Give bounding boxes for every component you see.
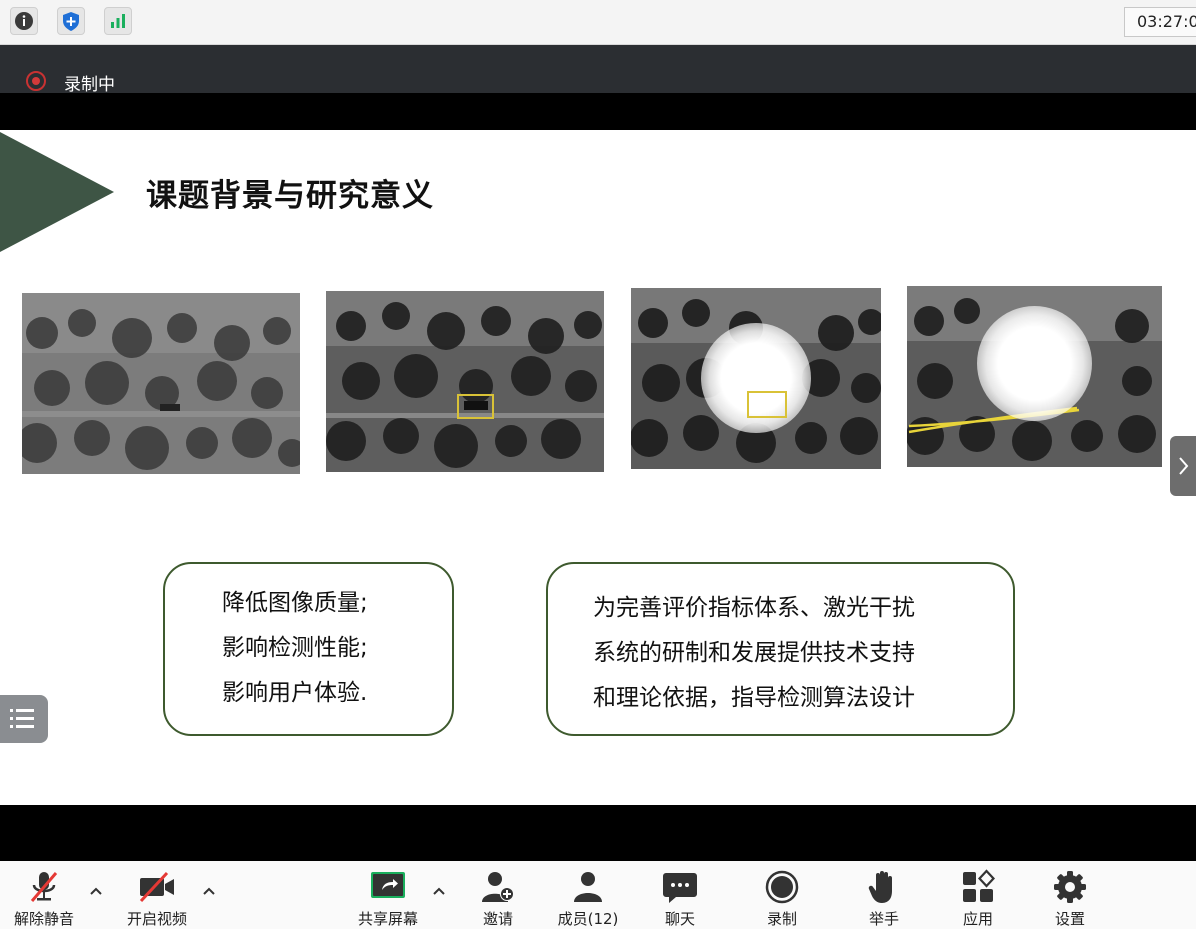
- slide: 课题背景与研究意义 降低图像质量; 影响检测性能; 影响用户体验. 为完善评价指…: [0, 130, 1196, 805]
- share-options-caret[interactable]: [429, 881, 449, 901]
- record-button[interactable]: 录制: [750, 861, 814, 929]
- infrared-image-original: [22, 293, 300, 474]
- impact-line: 影响检测性能;: [222, 635, 368, 661]
- settings-label: 设置: [1054, 910, 1085, 928]
- infrared-image-target-boxed: [326, 291, 604, 472]
- chat-bubble-icon: [663, 873, 697, 903]
- invite-label: 邀请: [482, 910, 513, 928]
- infrared-image-laser-saturated: [907, 286, 1162, 467]
- chat-label: 聊天: [664, 910, 695, 928]
- start-video-label: 开启视频: [126, 910, 187, 928]
- apps-grid-icon: [963, 869, 996, 902]
- gear-icon: [1054, 871, 1086, 903]
- meeting-toolbar: 解除静音 开启视频 共享屏幕 邀请 成员(12) 聊天 录制 举手 应用 设置: [0, 861, 1196, 929]
- floating-menu-button[interactable]: [0, 695, 48, 743]
- chat-button[interactable]: 聊天: [648, 861, 712, 929]
- shared-screen: 课题背景与研究意义 降低图像质量; 影响检测性能; 影响用户体验. 为完善评价指…: [0, 93, 1196, 861]
- raise-hand-button[interactable]: 举手: [852, 861, 916, 929]
- significance-line: 为完善评价指标体系、激光干扰: [593, 595, 915, 621]
- significance-line: 和理论依据，指导检测算法设计: [593, 685, 915, 711]
- significance-line: 系统的研制和发展提供技术支持: [593, 640, 915, 666]
- start-video-button[interactable]: 开启视频: [118, 861, 196, 929]
- unmute-button[interactable]: 解除静音: [5, 861, 83, 929]
- chevron-right-icon: [1179, 457, 1189, 475]
- chevron-up-icon: [90, 887, 102, 895]
- microphone-muted-icon: [30, 872, 58, 902]
- significance-card: 为完善评价指标体系、激光干扰 系统的研制和发展提供技术支持 和理论依据，指导检测…: [546, 562, 1015, 736]
- chevron-up-icon: [433, 887, 445, 895]
- record-label: 录制: [766, 910, 797, 928]
- target-bounding-box: [457, 394, 494, 419]
- laser-saturation-spot: [977, 306, 1092, 421]
- impact-line: 降低图像质量;: [222, 590, 368, 616]
- invite-button[interactable]: 邀请: [466, 861, 530, 929]
- record-icon: [765, 870, 799, 904]
- members-icon: [574, 872, 602, 902]
- video-camera-off-icon: [139, 871, 174, 903]
- top-bar: 03:27:0: [0, 0, 1196, 45]
- share-screen-icon: [371, 872, 405, 898]
- infrared-image-laser-glare: [631, 288, 881, 469]
- next-page-button[interactable]: [1170, 436, 1196, 496]
- apps-button[interactable]: 应用: [946, 861, 1010, 929]
- slide-title: 课题背景与研究意义: [146, 178, 434, 214]
- impact-card: 降低图像质量; 影响检测性能; 影响用户体验.: [163, 562, 454, 736]
- members-label: 成员(12): [557, 910, 619, 928]
- members-button[interactable]: 成员(12): [552, 861, 624, 929]
- chevron-up-icon: [203, 887, 215, 895]
- audio-options-caret[interactable]: [86, 881, 106, 901]
- list-icon: [10, 709, 34, 728]
- raise-hand-label: 举手: [868, 910, 899, 928]
- recording-label: 录制中: [64, 75, 115, 95]
- info-icon[interactable]: [10, 7, 38, 35]
- add-user-icon: [482, 872, 514, 902]
- signal-bars-icon[interactable]: [104, 7, 132, 35]
- apps-label: 应用: [962, 910, 993, 928]
- recording-bar: 录制中: [0, 45, 1196, 95]
- shield-plus-icon[interactable]: [57, 7, 85, 35]
- settings-button[interactable]: 设置: [1038, 861, 1102, 929]
- video-options-caret[interactable]: [199, 881, 219, 901]
- target-bounding-box: [747, 391, 787, 418]
- unmute-label: 解除静音: [13, 910, 74, 928]
- meeting-clock: 03:27:0: [1124, 7, 1196, 37]
- share-screen-label: 共享屏幕: [357, 910, 418, 928]
- recording-icon: [26, 71, 46, 91]
- raise-hand-icon: [868, 871, 892, 903]
- title-accent-triangle: [0, 132, 114, 252]
- impact-line: 影响用户体验.: [222, 680, 368, 706]
- share-screen-button[interactable]: 共享屏幕: [349, 861, 427, 929]
